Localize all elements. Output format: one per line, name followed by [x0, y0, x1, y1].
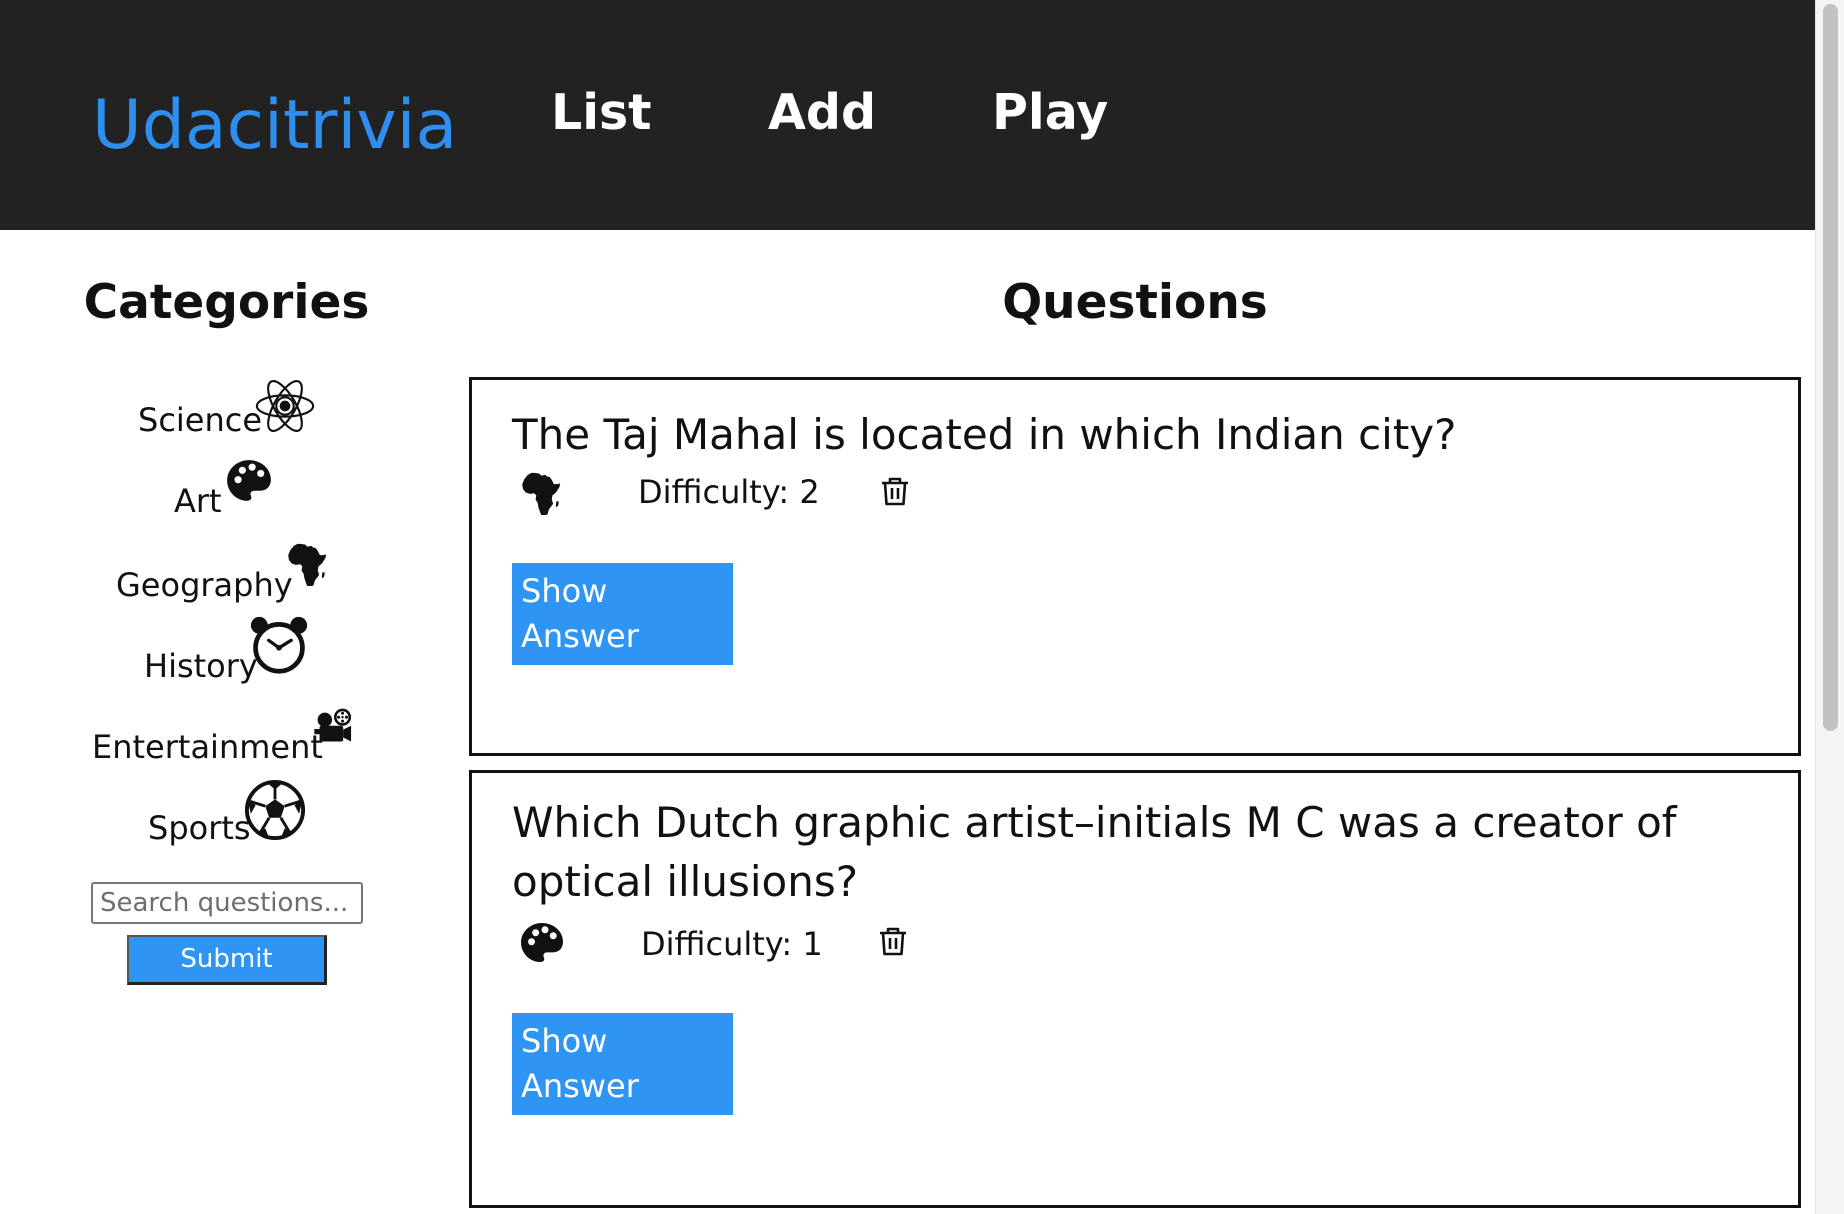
atom-icon[interactable]	[253, 375, 317, 437]
categories-title: Categories	[83, 275, 370, 330]
brand-logo[interactable]: Udacitrivia	[92, 85, 457, 167]
questions-title: Questions	[1002, 275, 1268, 330]
category-art[interactable]: Art	[174, 481, 222, 521]
category-sports[interactable]: Sports	[148, 808, 251, 848]
alarm-clock-icon[interactable]	[249, 615, 309, 675]
africa-icon[interactable]	[284, 541, 329, 586]
nav-add-link[interactable]: Add	[768, 82, 876, 144]
category-science[interactable]: Science	[138, 400, 262, 440]
submit-button[interactable]: Submit	[127, 935, 327, 985]
question-difficulty: Difficulty: 1	[641, 925, 823, 963]
soccer-ball-icon[interactable]	[244, 779, 306, 841]
show-answer-button[interactable]: Show Answer	[512, 563, 733, 665]
category-entertainment[interactable]: Entertainment	[92, 727, 323, 767]
question-card: Which Dutch graphic artist–initials M C …	[469, 770, 1801, 1208]
film-projector-icon[interactable]	[308, 708, 360, 750]
delete-icon[interactable]	[879, 475, 911, 511]
question-difficulty: Difficulty: 2	[638, 473, 820, 511]
show-answer-button[interactable]: Show Answer	[512, 1013, 733, 1115]
question-text: Which Dutch graphic artist–initials M C …	[512, 798, 1677, 906]
category-history[interactable]: History	[144, 646, 258, 686]
palette-icon[interactable]	[224, 457, 274, 507]
nav-list-link[interactable]: List	[551, 82, 652, 144]
palette-icon	[518, 920, 566, 972]
search-input[interactable]	[91, 882, 363, 924]
scrollbar-thumb[interactable]	[1823, 4, 1838, 731]
question-text: The Taj Mahal is located in which Indian…	[512, 410, 1457, 459]
category-geography[interactable]: Geography	[116, 565, 293, 605]
page-scrollbar[interactable]	[1815, 0, 1844, 1214]
africa-icon	[518, 470, 563, 519]
delete-icon[interactable]	[877, 925, 909, 961]
top-navbar: Udacitrivia List Add Play	[0, 0, 1815, 230]
question-card: The Taj Mahal is located in which Indian…	[469, 377, 1801, 756]
nav-play-link[interactable]: Play	[992, 82, 1108, 144]
